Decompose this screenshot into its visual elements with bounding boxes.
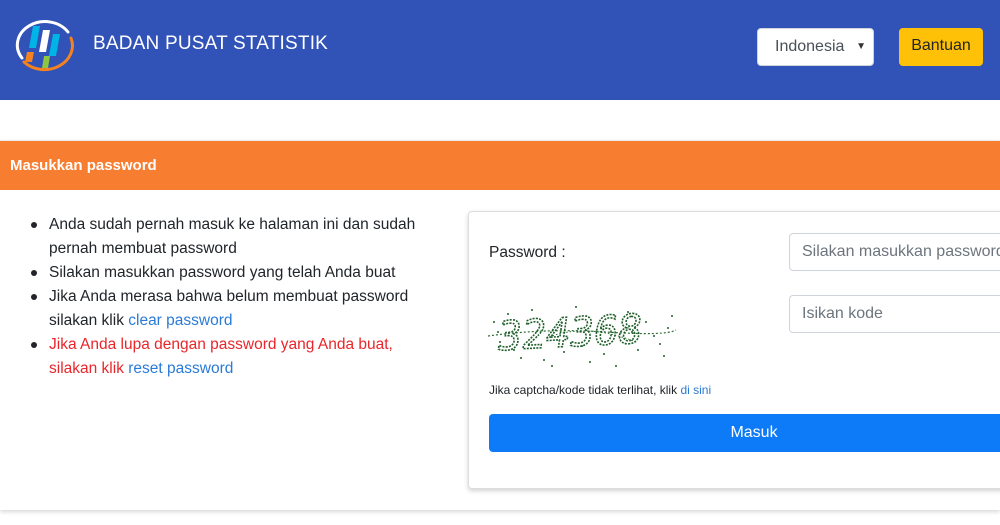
refresh-captcha-link[interactable]: di sini [680,383,711,397]
card-title: Masukkan password [0,141,1000,190]
captcha-text: 324368 [496,307,644,361]
password-card: Masukkan password Anda sudah pernah masu… [0,140,1000,510]
bullet-icon [31,294,37,300]
clear-password-link[interactable]: clear password [128,312,232,329]
top-header: BADAN PUSAT STATISTIK Indonesia ▼ Bantua… [0,0,1000,100]
bullet-icon [31,222,37,228]
help-button[interactable]: Bantuan [899,28,983,66]
reset-password-link[interactable]: reset password [128,360,233,377]
password-input[interactable] [789,233,1000,271]
list-item: Jika Anda merasa bahwa belum membuat pas… [31,285,436,333]
language-selected-value: Indonesia [775,38,845,55]
caret-down-icon: ▼ [856,41,866,52]
language-select[interactable]: Indonesia ▼ [757,28,874,66]
info-text-1: Anda sudah pernah masuk ke halaman ini d… [49,216,416,257]
captcha-note-text: Jika captcha/kode tidak terlihat, klik [489,383,681,397]
info-text-2: Silakan masukkan password yang telah And… [49,264,396,281]
info-list: Anda sudah pernah masuk ke halaman ini d… [31,213,436,381]
brand-name: BADAN PUSAT STATISTIK [93,33,329,54]
list-item: Anda sudah pernah masuk ke halaman ini d… [31,213,436,261]
captcha-image: 324368 [487,306,677,367]
login-button[interactable]: Masuk [489,414,1000,452]
bps-logo [15,20,74,72]
list-item: Silakan masukkan password yang telah And… [31,261,436,285]
captcha-note: Jika captcha/kode tidak terlihat, klik d… [489,383,711,397]
bullet-icon [31,342,37,348]
captcha-code-input[interactable] [789,295,1000,333]
bullet-icon [31,270,37,276]
login-form: Password : 324368 Jika captcha/kode tida… [468,211,1000,489]
password-label: Password : [489,244,566,261]
list-item-warning: Jika Anda lupa dengan password yang Anda… [31,333,436,381]
